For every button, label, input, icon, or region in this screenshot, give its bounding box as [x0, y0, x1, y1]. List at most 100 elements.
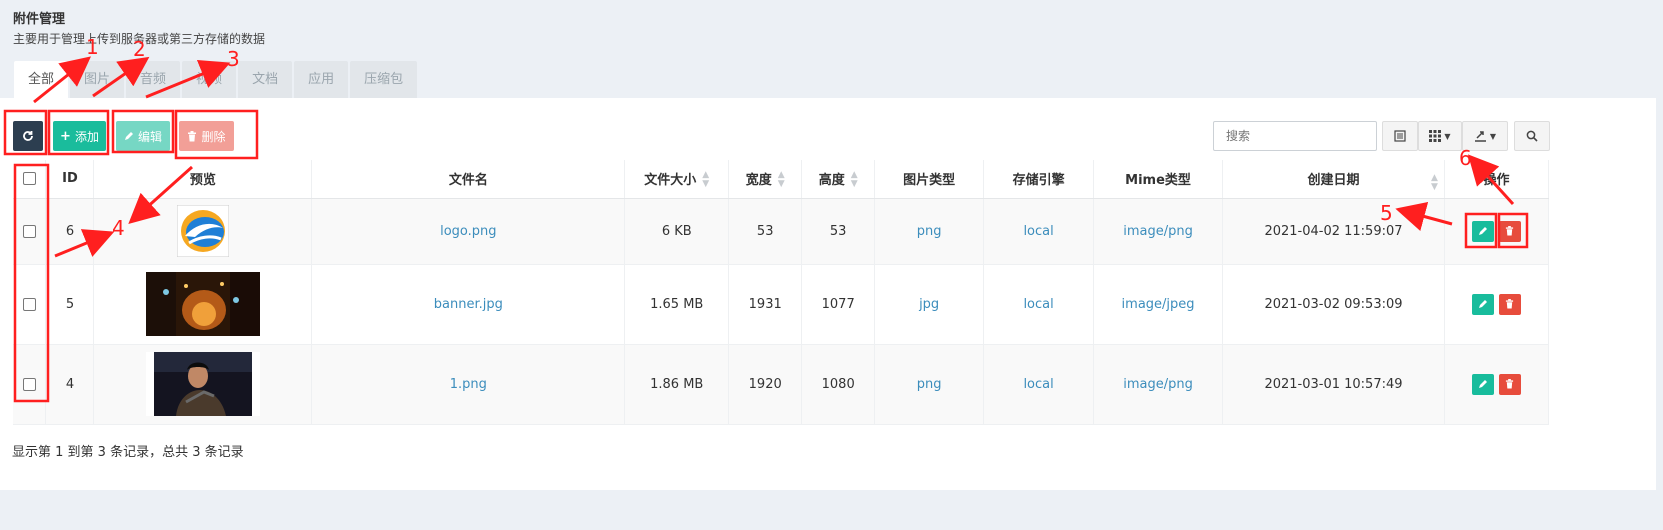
- image-type-link[interactable]: png: [917, 377, 942, 392]
- preview-cell: [93, 344, 313, 425]
- tab-video[interactable]: 视频: [182, 61, 237, 99]
- pencil-icon: [1478, 300, 1487, 308]
- row-delete-button[interactable]: [1498, 293, 1521, 315]
- select-all-checkbox[interactable]: [22, 172, 36, 186]
- delete-button-label: 删除: [201, 129, 226, 144]
- id-cell: 4: [45, 344, 95, 425]
- created-cell: 2021-03-01 10:57:49: [1222, 344, 1445, 425]
- logo-thumbnail[interactable]: [176, 205, 229, 257]
- mime-link[interactable]: image/png: [1123, 224, 1193, 239]
- tab-images[interactable]: 图片: [70, 61, 125, 99]
- column-header-size[interactable]: 文件大小 ▲ ▼: [624, 160, 730, 199]
- grid-icon: [1429, 130, 1442, 142]
- filename-cell[interactable]: banner.jpg: [311, 264, 626, 345]
- image-type-link[interactable]: png: [917, 224, 942, 239]
- category-tabs: 全部 图片 音频 视频 文档 应用 压缩包: [14, 61, 418, 99]
- column-header-height[interactable]: 高度 ▲ ▼: [801, 160, 876, 199]
- filename-cell[interactable]: logo.png: [311, 198, 626, 265]
- column-header-id[interactable]: ID: [45, 160, 95, 199]
- column-header-image-type: 图片类型: [874, 160, 985, 199]
- storage-link[interactable]: local: [1023, 297, 1053, 312]
- sort-icon: ▲ ▼: [1431, 173, 1438, 192]
- trash-icon: [1506, 299, 1514, 309]
- tab-archives[interactable]: 压缩包: [350, 61, 418, 99]
- banner-thumbnail[interactable]: [145, 272, 260, 336]
- row-edit-button[interactable]: [1471, 293, 1494, 315]
- row-checkbox[interactable]: [22, 377, 36, 391]
- image-type-cell: png: [874, 198, 985, 265]
- columns-dropdown-button[interactable]: ▼: [1418, 121, 1462, 151]
- edit-button-label: 编辑: [137, 129, 162, 144]
- row-delete-button[interactable]: [1498, 373, 1521, 395]
- search-input[interactable]: [1213, 121, 1377, 151]
- id-cell: 6: [45, 198, 95, 265]
- image-type-link[interactable]: jpg: [919, 297, 939, 312]
- mime-link[interactable]: image/jpeg: [1122, 297, 1195, 312]
- row-checkbox[interactable]: [22, 224, 36, 238]
- main-panel: + 添加 编辑 删除 ▼ ▼: [0, 98, 1656, 490]
- add-button[interactable]: + 添加: [53, 121, 106, 151]
- trash-icon: [188, 130, 197, 141]
- mime-link[interactable]: image/png: [1123, 377, 1193, 392]
- storage-cell: local: [983, 198, 1095, 265]
- select-all-cell: [13, 160, 47, 199]
- mime-cell: image/png: [1093, 198, 1224, 265]
- column-header-preview: 预览: [93, 160, 313, 199]
- size-cell: 1.65 MB: [624, 264, 730, 345]
- search-icon: [1526, 130, 1538, 142]
- pencil-icon: [1478, 227, 1487, 235]
- storage-link[interactable]: local: [1023, 377, 1053, 392]
- trash-icon: [1506, 379, 1514, 389]
- pagination-summary: 显示第 1 到第 3 条记录，总共 3 条记录: [12, 445, 244, 460]
- column-header-width-label: 宽度: [745, 172, 772, 188]
- search-toggle-button[interactable]: [1514, 121, 1550, 151]
- tab-documents[interactable]: 文档: [238, 61, 293, 99]
- column-header-created[interactable]: 创建日期 ▲ ▼: [1222, 160, 1445, 199]
- export-dropdown-button[interactable]: ▼: [1462, 121, 1508, 151]
- photo-thumbnail[interactable]: [145, 352, 260, 416]
- actions-cell: [1444, 198, 1550, 265]
- sort-icon: ▲ ▼: [850, 170, 858, 189]
- height-cell: 1077: [801, 264, 876, 345]
- pencil-icon: [124, 132, 133, 140]
- refresh-button[interactable]: [13, 121, 43, 151]
- width-cell: 53: [728, 198, 803, 265]
- width-cell: 1920: [728, 344, 803, 425]
- row-checkbox[interactable]: [22, 297, 36, 311]
- mime-cell: image/jpeg: [1093, 264, 1224, 345]
- list-icon: [1394, 130, 1406, 142]
- export-icon: [1474, 131, 1486, 142]
- delete-button[interactable]: 删除: [179, 121, 234, 151]
- add-button-label: 添加: [74, 129, 99, 144]
- storage-link[interactable]: local: [1023, 224, 1053, 239]
- row-edit-button[interactable]: [1471, 373, 1494, 395]
- column-header-storage: 存储引擎: [983, 160, 1095, 199]
- size-cell: 6 KB: [624, 198, 730, 265]
- table-row: 6 logo.png 6 KB 53 53 png local image/pn…: [13, 198, 1550, 265]
- column-header-width[interactable]: 宽度 ▲ ▼: [728, 160, 803, 199]
- created-cell: 2021-03-02 09:53:09: [1222, 264, 1445, 345]
- tab-audio[interactable]: 音频: [126, 61, 181, 99]
- row-edit-button[interactable]: [1471, 220, 1494, 242]
- width-cell: 1931: [728, 264, 803, 345]
- height-cell: 1080: [801, 344, 876, 425]
- image-type-cell: png: [874, 344, 985, 425]
- storage-cell: local: [983, 264, 1095, 345]
- filename-cell[interactable]: 1.png: [311, 344, 626, 425]
- row-delete-button[interactable]: [1498, 220, 1521, 242]
- storage-cell: local: [983, 344, 1095, 425]
- filename-link[interactable]: 1.png: [450, 377, 487, 392]
- edit-button[interactable]: 编辑: [116, 121, 170, 151]
- pencil-icon: [1478, 380, 1487, 388]
- sort-icon: ▲ ▼: [702, 170, 710, 189]
- preview-cell: [93, 198, 313, 265]
- filename-link[interactable]: banner.jpg: [434, 297, 503, 312]
- toggle-view-button[interactable]: [1382, 121, 1418, 151]
- id-cell: 5: [45, 264, 95, 345]
- filename-link[interactable]: logo.png: [440, 224, 496, 239]
- size-cell: 1.86 MB: [624, 344, 730, 425]
- preview-cell: [93, 264, 313, 345]
- tab-all[interactable]: 全部: [14, 61, 69, 99]
- actions-cell: [1444, 264, 1550, 345]
- tab-applications[interactable]: 应用: [294, 61, 349, 99]
